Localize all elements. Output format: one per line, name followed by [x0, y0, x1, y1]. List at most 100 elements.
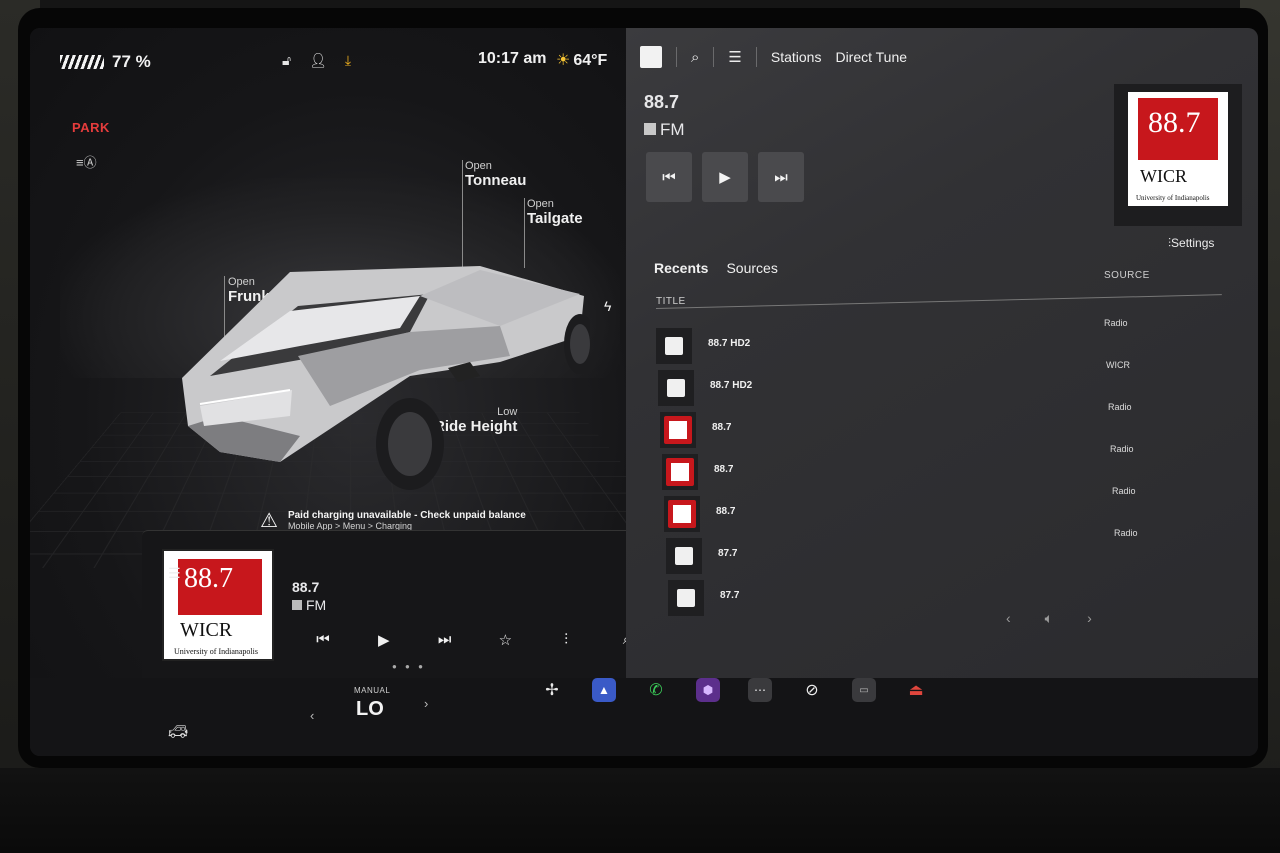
row-title: 88.7	[716, 506, 736, 517]
car-icon[interactable]: 🚙︎	[168, 722, 188, 742]
tonneau-label: Tonneau	[465, 172, 527, 189]
alert-title: Paid charging unavailable - Check unpaid…	[287, 510, 526, 521]
station-thumbnail	[660, 412, 696, 448]
station-thumbnail	[668, 580, 704, 616]
row-source: WICR	[1106, 360, 1130, 370]
dashboard-below	[0, 768, 1280, 853]
favorite-icon[interactable]: ☆	[492, 631, 518, 649]
tailgate-line	[524, 198, 525, 268]
camera-off-icon[interactable]: ⊘	[800, 678, 824, 702]
tonneau-state: Open	[465, 160, 492, 172]
navigation-icon[interactable]: ▲	[592, 678, 616, 702]
outside-temp: 64°F	[573, 52, 608, 69]
art-tagline: University of Indianapolis	[1136, 194, 1210, 202]
previous-button[interactable]: ⏮︎	[646, 152, 692, 202]
art-frequency: 88.7	[1148, 106, 1201, 139]
list-item[interactable]: 88.7 HD2 WICR	[658, 360, 1216, 408]
chevron-left-icon[interactable]: ‹	[1006, 610, 1011, 627]
play-icon[interactable]: ▶︎	[371, 631, 397, 649]
tab-recents[interactable]: Recents	[654, 260, 708, 276]
tab-sources[interactable]: Sources	[726, 260, 777, 276]
profile-icon[interactable]: 👤︎	[309, 52, 327, 69]
cybertruck-model[interactable]	[180, 266, 590, 496]
chevron-right-icon[interactable]: ›	[424, 696, 428, 711]
media-tabs: ⌕ ☰ Stations Direct Tune	[640, 46, 907, 68]
list-item[interactable]: 88.7 HD2 Radio	[656, 318, 1216, 366]
tab-divider	[755, 47, 757, 67]
more-icon[interactable]: ⋯	[748, 678, 772, 702]
mini-media-player[interactable]: 88.7 WICR University of Indianapolis ☰ 8…	[142, 530, 637, 680]
queue-icon[interactable]: ☰	[168, 565, 181, 582]
tab-direct-tune[interactable]: Direct Tune	[835, 49, 907, 65]
band-label: FM	[660, 120, 685, 139]
mini-station: 88.7	[292, 579, 320, 595]
toybox-icon[interactable]: ⬢	[696, 678, 720, 702]
play-button[interactable]: ▶︎	[702, 152, 748, 202]
settings-button[interactable]: ⫶Settings	[1168, 236, 1214, 251]
list-icon[interactable]: ☰	[728, 48, 741, 66]
tab-divider	[676, 47, 677, 67]
next-icon: ⏭︎	[774, 168, 788, 186]
station-thumbnail	[664, 496, 700, 532]
lock-icon[interactable]: 🔓︎	[282, 52, 291, 69]
column-title: TITLE	[656, 296, 686, 307]
row-title: 87.7	[720, 590, 740, 601]
next-icon[interactable]: ⏭︎	[432, 631, 458, 649]
now-playing-band: FM	[644, 120, 685, 140]
next-button[interactable]: ⏭︎	[758, 152, 804, 202]
clock: 10:17 am	[478, 50, 547, 67]
mute-icon[interactable]: 🔈︎	[1045, 610, 1053, 627]
bottom-dock: 🚙︎ ‹ MANUAL LO › ✢ ▲ ✆ ⬢ ⋯ ⊘ ▭ ⏏︎	[30, 678, 1258, 756]
list-item[interactable]: 87.7	[668, 576, 1216, 618]
battery-percent: 77 %	[112, 52, 151, 71]
source-tab[interactable]	[640, 46, 662, 68]
previous-icon: ⏮︎	[662, 168, 676, 186]
recents-list: 88.7 HD2 Radio 88.7 HD2 WICR 88.7 Radio …	[656, 318, 1216, 618]
photo-background: 77 % 🔓︎ 👤︎ ⤓ 10:17 am ☀ 64°F PARK ≡Ⓐ Open…	[0, 0, 1280, 853]
touchscreen: 77 % 🔓︎ 👤︎ ⤓ 10:17 am ☀ 64°F PARK ≡Ⓐ Open…	[30, 28, 1258, 756]
row-title: 87.7	[718, 548, 738, 559]
row-source: Radio	[1110, 444, 1134, 454]
sun-icon: ☀	[556, 52, 571, 69]
tab-divider	[713, 47, 715, 67]
art-callsign: WICR	[180, 619, 233, 641]
status-bar: 77 % 🔓︎ 👤︎ ⤓ 10:17 am ☀ 64°F	[60, 50, 620, 74]
climate-temperature[interactable]: LO	[356, 698, 384, 721]
equalizer-icon[interactable]: ⫶	[553, 631, 579, 649]
search-icon[interactable]: ⌕	[691, 49, 699, 66]
now-playing-frequency: 88.7	[644, 92, 680, 112]
header-divider	[655, 294, 1222, 309]
phone-icon[interactable]: ✆	[644, 678, 668, 702]
art-tagline: University of Indianapolis	[174, 647, 258, 656]
art-frequency: 88.7	[184, 563, 233, 594]
chevron-left-icon[interactable]: ‹	[310, 708, 314, 723]
settings-label: Settings	[1171, 236, 1215, 250]
arcade-icon[interactable]: ⏏︎	[904, 678, 928, 702]
mini-controls: ⏮︎ ▶︎ ⏭︎ ☆ ⫶ ⌕	[310, 631, 640, 649]
station-album-art: 88.7 WICR University of Indianapolis	[1114, 84, 1242, 226]
row-title: 88.7	[712, 422, 732, 433]
battery-icon	[60, 55, 104, 69]
row-source: Radio	[1104, 318, 1128, 328]
chevron-right-icon[interactable]: ›	[1087, 610, 1092, 627]
row-title: 88.7 HD2	[710, 380, 753, 391]
tonneau-callout[interactable]: Open Tonneau	[465, 160, 526, 189]
fan-icon[interactable]: ✢	[540, 678, 564, 702]
station-thumbnail	[666, 538, 702, 574]
download-icon[interactable]: ⤓	[345, 52, 351, 69]
tab-stations[interactable]: Stations	[771, 49, 822, 65]
row-source: Radio	[1114, 528, 1138, 538]
play-icon: ▶︎	[719, 169, 731, 186]
list-item[interactable]: 87.7 Radio	[666, 528, 1216, 576]
charge-port-icon[interactable]: ϟ	[604, 298, 611, 314]
transport-controls: ⏮︎ ▶︎ ⏭︎	[646, 152, 804, 202]
previous-icon[interactable]: ⏮︎	[310, 631, 336, 649]
row-source: Radio	[1112, 486, 1136, 496]
art-callsign: WICR	[1140, 166, 1187, 186]
row-title: 88.7	[714, 464, 734, 475]
dashcam-icon[interactable]: ▭	[852, 678, 876, 702]
tailgate-label: Tailgate	[527, 210, 583, 227]
app-launcher: ✢ ▲ ✆ ⬢ ⋯ ⊘ ▭ ⏏︎	[540, 678, 928, 702]
tailgate-callout[interactable]: Open Tailgate	[527, 198, 583, 227]
station-thumbnail	[662, 454, 698, 490]
